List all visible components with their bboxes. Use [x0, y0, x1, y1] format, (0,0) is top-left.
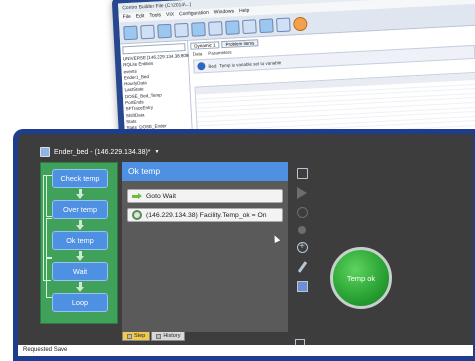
- toolbar-record-icon[interactable]: [292, 16, 308, 31]
- menu-file[interactable]: File: [123, 14, 131, 21]
- subtab-parameters[interactable]: Parameters: [208, 50, 231, 56]
- chevron-down-icon[interactable]: ▼: [155, 149, 160, 155]
- temp-ok-indicator: Temp ok: [330, 247, 392, 309]
- toolbar-table-icon[interactable]: [208, 20, 223, 36]
- tab-problem-items[interactable]: Problem items: [221, 39, 259, 49]
- menu-windows[interactable]: Windows: [214, 8, 235, 16]
- toolbar-grid-icon[interactable]: [191, 21, 206, 37]
- record-icon[interactable]: [298, 226, 306, 234]
- toolbar-settings-icon[interactable]: [259, 17, 274, 33]
- set-value-icon: [132, 210, 142, 220]
- toolbar-sync-icon[interactable]: [225, 19, 240, 35]
- flow-node-loop[interactable]: Loop: [52, 293, 108, 312]
- flow-node-wait[interactable]: Wait: [52, 262, 108, 281]
- document-icon[interactable]: [296, 281, 308, 292]
- tab-step[interactable]: Step: [122, 332, 151, 341]
- menu-vix[interactable]: VIX: [166, 12, 174, 19]
- action-goto-row[interactable]: Goto Wait: [127, 189, 283, 203]
- side-toolbar: +: [295, 168, 309, 292]
- flow-arrow-icon: [76, 189, 84, 199]
- toolbar-new-icon[interactable]: [123, 25, 138, 40]
- toolbar-chart-icon[interactable]: [174, 22, 189, 38]
- flow-node-check-temp[interactable]: Check temp: [52, 169, 108, 188]
- info-icon: [197, 62, 206, 71]
- toolbar-open-icon[interactable]: [140, 24, 155, 39]
- flow-arrow-icon: [76, 282, 84, 292]
- banner-text: Temp is variable set to variable: [219, 59, 282, 68]
- flow-diagram: Check temp Over temp Ok temp Wait Loop: [40, 162, 118, 324]
- status-bar: Requested Save: [18, 345, 473, 356]
- screenshot-composite: Contro Builder File (C:\2014\...) File E…: [0, 0, 475, 361]
- subtab-data[interactable]: Data: [193, 51, 203, 56]
- save-icon[interactable]: [296, 168, 308, 179]
- device-icon: [40, 147, 50, 157]
- step-icon: [127, 333, 132, 339]
- device-label: Ender_bed - (146.229.134.38)*: [54, 148, 151, 156]
- banner-title: Bed: [208, 62, 217, 69]
- arrow-right-icon: [132, 193, 142, 199]
- step-detail-panel: Ok temp Goto Wait (146.229.134.38) Facil…: [122, 162, 288, 332]
- menu-help[interactable]: Help: [239, 8, 250, 16]
- bottom-tabs: Step History: [122, 332, 186, 341]
- action-set-row[interactable]: (146.229.134.38) Facility.Temp_ok = On: [127, 208, 283, 222]
- flow-arrow-icon: [76, 251, 84, 261]
- pause-icon[interactable]: [296, 207, 308, 218]
- toolbar-save-icon[interactable]: [157, 23, 172, 38]
- flow-editor: Ender_bed - (146.229.134.38)* ▼ Check te…: [18, 134, 473, 356]
- tab-history[interactable]: History: [151, 332, 186, 341]
- add-icon[interactable]: +: [296, 242, 308, 253]
- tab-dynamic[interactable]: Dynamic 1: [190, 41, 220, 50]
- menu-tools[interactable]: Tools: [149, 12, 161, 20]
- tab-step-label: Step: [134, 333, 146, 339]
- action-set-label: (146.229.134.38) Facility.Temp_ok = On: [146, 211, 267, 219]
- flow-arrow-icon: [76, 220, 84, 230]
- toolbar-search-icon[interactable]: [242, 18, 257, 34]
- action-goto-label: Goto Wait: [146, 192, 176, 200]
- flow-node-over-temp[interactable]: Over temp: [52, 200, 108, 219]
- menu-edit[interactable]: Edit: [136, 13, 145, 20]
- flow-node-ok-temp[interactable]: Ok temp: [52, 231, 108, 250]
- step-title: Ok temp: [122, 162, 288, 181]
- device-selector[interactable]: Ender_bed - (146.229.134.38)* ▼: [40, 147, 159, 157]
- play-icon[interactable]: [297, 187, 307, 199]
- flow-editor-frame: Ender_bed - (146.229.134.38)* ▼ Check te…: [13, 129, 475, 361]
- toolbar-export-icon[interactable]: [275, 17, 291, 32]
- history-icon: [156, 333, 162, 339]
- tab-history-label: History: [163, 333, 181, 339]
- pencil-icon[interactable]: [297, 261, 307, 273]
